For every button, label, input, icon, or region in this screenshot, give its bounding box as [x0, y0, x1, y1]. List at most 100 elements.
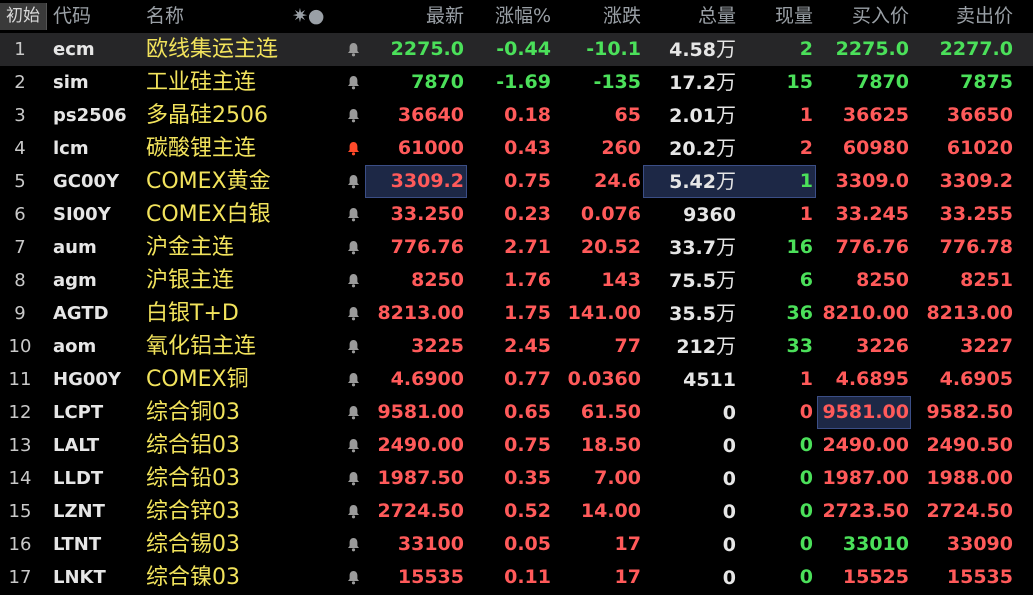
total-volume: 4.58万 [646, 33, 736, 66]
change-percent: 1.76 [504, 269, 551, 291]
volume-unit: 万 [716, 268, 736, 292]
table-row[interactable]: 1 ecm 欧线集运主连 2275.0 -0.44 -10.1 4.58万 2 2275.0 22… [0, 33, 1033, 66]
header-change[interactable]: 涨跌 [561, 0, 641, 33]
total-volume: 5.42万 [646, 165, 736, 198]
init-button[interactable]: 初始 [0, 3, 47, 30]
current-volume: 15 [786, 71, 813, 93]
alert-bell-icon[interactable] [343, 396, 363, 429]
table-row[interactable]: 8 agm 沪银主连 8250 1.76 143 75.5万 6 8250 8251 [0, 264, 1033, 297]
alert-bell-icon[interactable] [343, 330, 363, 363]
table-header: 初始 代码 名称 ✷● 最新 涨幅% 涨跌 总量 现量 买入价 卖出价 [0, 0, 1033, 33]
change: -10.1 [586, 38, 641, 60]
last-price: 36640 [397, 104, 464, 126]
table-row[interactable]: 7 aum 沪金主连 776.76 2.71 20.52 33.7万 16 776.76 776.… [0, 231, 1033, 264]
table-row[interactable]: 16 LTNT 综合锡03 33100 0.05 17 0 0 33010 33090 [0, 528, 1033, 561]
alert-bell-icon[interactable] [343, 198, 363, 231]
alert-bell-icon[interactable] [343, 231, 363, 264]
change-percent: 0.52 [504, 500, 551, 522]
symbol-code: ps2506 [53, 105, 127, 126]
symbol-name: 综合锡03 [146, 532, 240, 557]
symbol-name: 碳酸锂主连 [146, 136, 257, 161]
change: 61.50 [580, 401, 641, 423]
change: 65 [614, 104, 641, 126]
total-volume: 0 [646, 528, 736, 561]
last-price: 9581.00 [377, 401, 464, 423]
change: 20.52 [580, 236, 641, 258]
total-volume: 75.5万 [646, 264, 736, 297]
alert-bell-icon[interactable] [343, 363, 363, 396]
ask-price: 61020 [946, 137, 1013, 159]
alert-bell-icon[interactable] [343, 429, 363, 462]
alert-bell-icon[interactable] [343, 561, 363, 594]
table-row[interactable]: 13 LALT 综合铝03 2490.00 0.75 18.50 0 0 2490.00 2490… [0, 429, 1033, 462]
table-row[interactable]: 6 SI00Y COMEX白银 33.250 0.23 0.076 9360 1 33.245 3… [0, 198, 1033, 231]
symbol-name: 白银T+D [146, 301, 239, 326]
total-volume: 2.01万 [646, 99, 736, 132]
table-row[interactable]: 4 lcm 碳酸锂主连 61000 0.43 260 20.2万 2 60980 61020 [0, 132, 1033, 165]
ask-price: 4.6905 [939, 368, 1013, 390]
table-row[interactable]: 2 sim 工业硅主连 7870 -1.69 -135 17.2万 15 7870 7875 [0, 66, 1033, 99]
table-row[interactable]: 14 LLDT 综合铅03 1987.50 0.35 7.00 0 0 1987.00 1988.… [0, 462, 1033, 495]
last-price: 4.6900 [390, 368, 464, 390]
header-change-percent[interactable]: 涨幅% [471, 0, 551, 33]
symbol-name: COMEX铜 [146, 367, 249, 392]
current-volume: 1 [799, 170, 813, 192]
alert-bell-icon[interactable] [343, 132, 363, 165]
alert-bell-icon[interactable] [343, 33, 363, 66]
symbol-code: aom [53, 336, 97, 357]
change-percent: 0.35 [504, 467, 551, 489]
bid-price: 2490.00 [822, 434, 909, 456]
header-volume[interactable]: 总量 [646, 0, 736, 33]
last-price: 33100 [397, 533, 464, 555]
header-name[interactable]: 名称 [146, 0, 184, 33]
change-percent: 0.75 [504, 170, 551, 192]
bid-price: 33.245 [835, 203, 909, 225]
last-price: 2490.00 [377, 434, 464, 456]
table-row[interactable]: 11 HG00Y COMEX铜 4.6900 0.77 0.0360 4511 1 4.6895… [0, 363, 1033, 396]
change-percent: 1.75 [504, 302, 551, 324]
symbol-name: COMEX黄金 [146, 169, 271, 194]
row-number: 4 [14, 138, 26, 159]
table-row[interactable]: 10 aom 氧化铝主连 3225 2.45 77 212万 33 3226 3227 [0, 330, 1033, 363]
symbol-code: sim [53, 72, 89, 93]
volume-value: 4.58 [669, 39, 716, 61]
change: 14.00 [580, 500, 641, 522]
table-row[interactable]: 3 ps2506 多晶硅2506 36640 0.18 65 2.01万 1 36625 3665… [0, 99, 1033, 132]
alert-bell-icon[interactable] [343, 297, 363, 330]
table-row[interactable]: 5 GC00Y COMEX黄金 3309.2 0.75 24.6 5.42万 1 3309.0 3… [0, 165, 1033, 198]
total-volume: 0 [646, 396, 736, 429]
header-current-volume[interactable]: 现量 [753, 0, 813, 33]
volume-unit: 万 [716, 235, 736, 259]
header-bid[interactable]: 买入价 [814, 0, 909, 33]
row-number: 8 [14, 270, 26, 291]
alert-bell-icon[interactable] [343, 462, 363, 495]
alert-bell-icon[interactable] [343, 495, 363, 528]
bid-price: 776.76 [835, 236, 909, 258]
change: 77 [614, 335, 641, 357]
table-row[interactable]: 9 AGTD 白银T+D 8213.00 1.75 141.00 35.5万 36 8210.0… [0, 297, 1033, 330]
alert-bell-icon[interactable] [343, 165, 363, 198]
ask-price: 36650 [946, 104, 1013, 126]
bid-price: 4.6895 [835, 368, 909, 390]
bid-price: 7870 [856, 71, 909, 93]
table-row[interactable]: 17 LNKT 综合镍03 15535 0.11 17 0 0 15525 15535 [0, 561, 1033, 594]
symbol-name: 工业硅主连 [146, 70, 257, 95]
ask-price: 15535 [946, 566, 1013, 588]
alert-bell-icon[interactable] [343, 528, 363, 561]
table-row[interactable]: 12 LCPT 综合铜03 9581.00 0.65 61.50 0 0 9581.00 9582… [0, 396, 1033, 429]
alert-bell-icon[interactable] [343, 99, 363, 132]
table-row[interactable]: 15 LZNT 综合锌03 2724.50 0.52 14.00 0 0 2723.50 2724… [0, 495, 1033, 528]
row-number: 5 [14, 171, 26, 192]
row-number: 1 [14, 39, 26, 60]
header-star-icon[interactable]: ✷● [292, 0, 325, 33]
header-ask[interactable]: 卖出价 [918, 0, 1013, 33]
row-number: 7 [14, 237, 26, 258]
bid-price: 8250 [856, 269, 909, 291]
change: 0.076 [580, 203, 641, 225]
header-last[interactable]: 最新 [364, 0, 464, 33]
symbol-code: LALT [53, 435, 100, 456]
change-percent: -1.69 [496, 71, 551, 93]
header-code[interactable]: 代码 [53, 0, 91, 33]
alert-bell-icon[interactable] [343, 66, 363, 99]
alert-bell-icon[interactable] [343, 264, 363, 297]
